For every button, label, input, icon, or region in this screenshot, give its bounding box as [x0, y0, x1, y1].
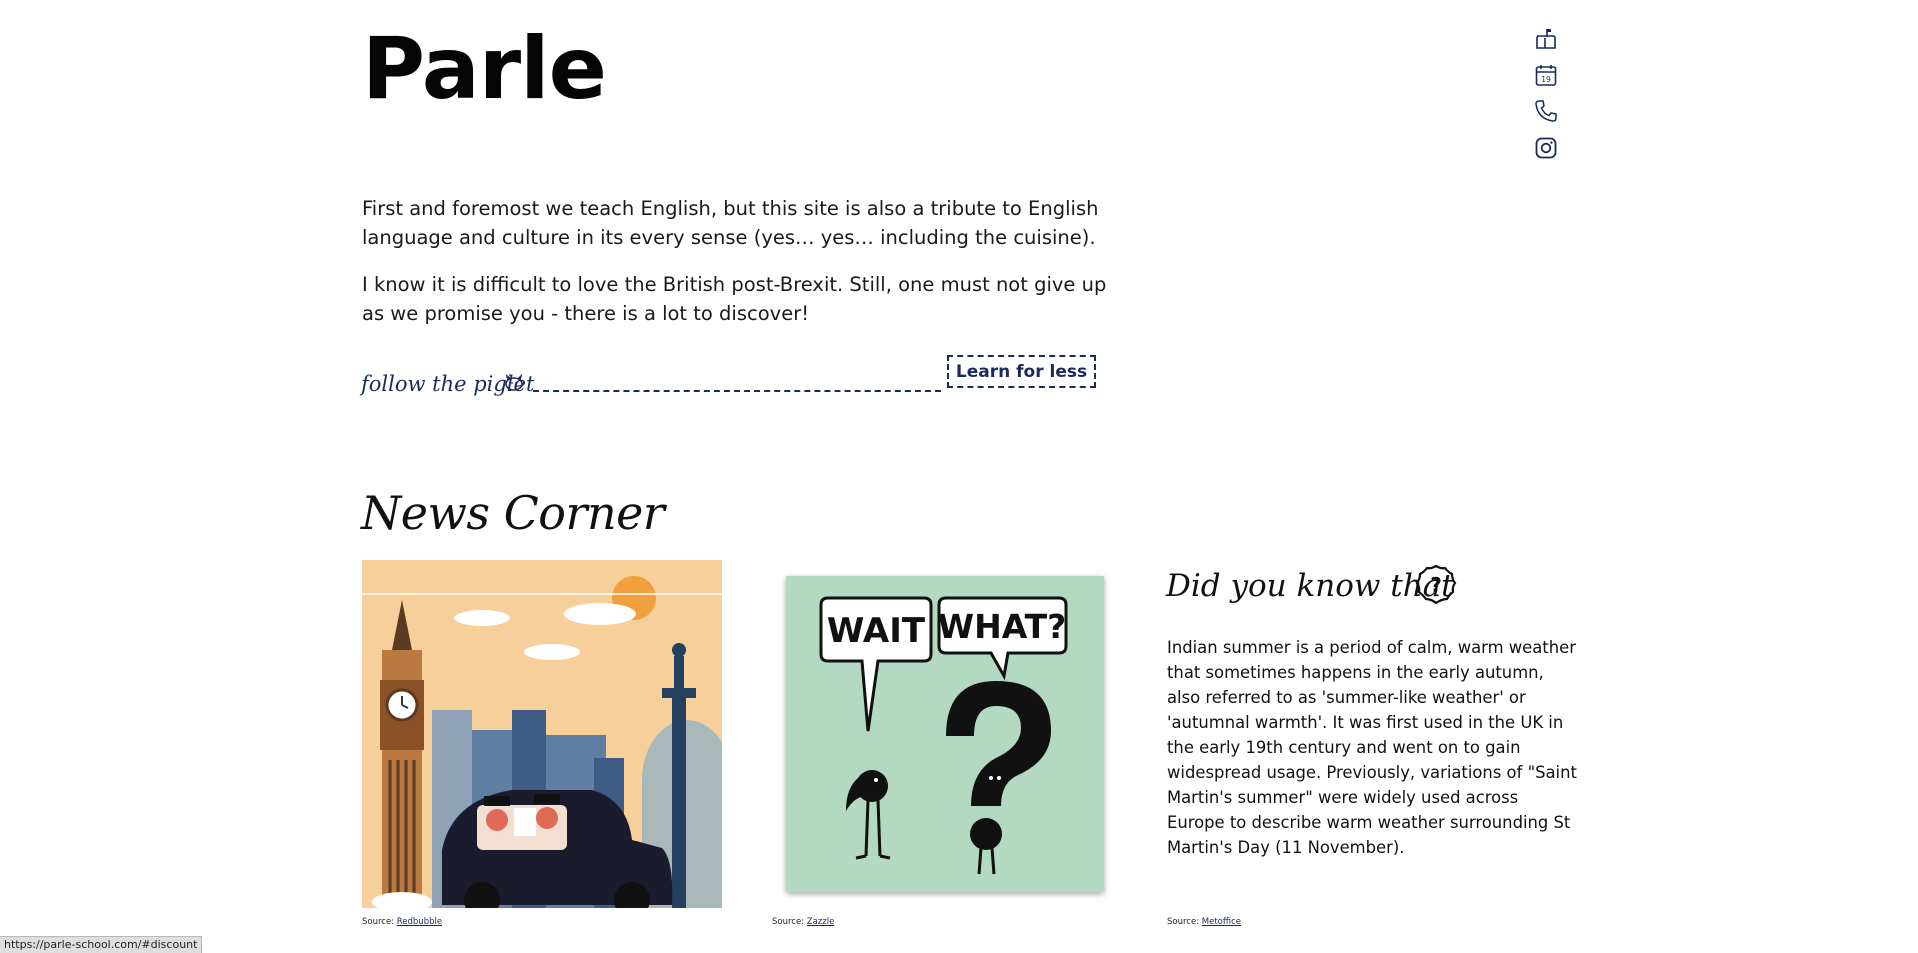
bubble-wait-text: WAIT [827, 611, 926, 651]
bubble-what-text: WHAT? [938, 607, 1067, 646]
status-bar-url: https://parle-school.com/#discount [0, 936, 203, 953]
source-zazzle: Source: Zazzle [772, 917, 835, 927]
intro-paragraph-2: I know it is difficult to love the Briti… [362, 273, 1107, 325]
source-redbubble: Source: Redbubble [362, 917, 443, 927]
dashed-divider [533, 390, 941, 392]
source-metoffice: Source: Metoffice [1167, 917, 1241, 927]
did-you-know-title: Did you know that [1166, 568, 1454, 604]
redbubble-link[interactable]: Redbubble [397, 917, 442, 927]
calendar-day: 19 [1541, 75, 1551, 84]
svg-text:?: ? [1430, 573, 1442, 597]
zazzle-link[interactable]: Zazzle [807, 917, 835, 927]
learn-for-less-button[interactable]: Learn for less [947, 355, 1096, 388]
london-illustration-image[interactable] [362, 560, 732, 918]
news-corner-title: News Corner [361, 486, 665, 540]
did-you-know-text: Indian summer is a period of calm, warm … [1167, 638, 1577, 857]
phone-icon[interactable] [1534, 99, 1558, 123]
intro-paragraph-1: First and foremost we teach English, but… [362, 197, 1099, 249]
site-title: Parle [362, 19, 607, 119]
wait-what-image[interactable]: WAIT WHAT? [786, 576, 1104, 892]
instagram-icon[interactable] [1534, 136, 1558, 160]
mailbox-icon[interactable] [1534, 27, 1558, 51]
calendar-icon[interactable]: 19 [1534, 63, 1558, 87]
question-badge-icon: ? [1414, 563, 1458, 611]
piglet-icon [503, 373, 525, 396]
metoffice-link[interactable]: Metoffice [1202, 917, 1241, 927]
